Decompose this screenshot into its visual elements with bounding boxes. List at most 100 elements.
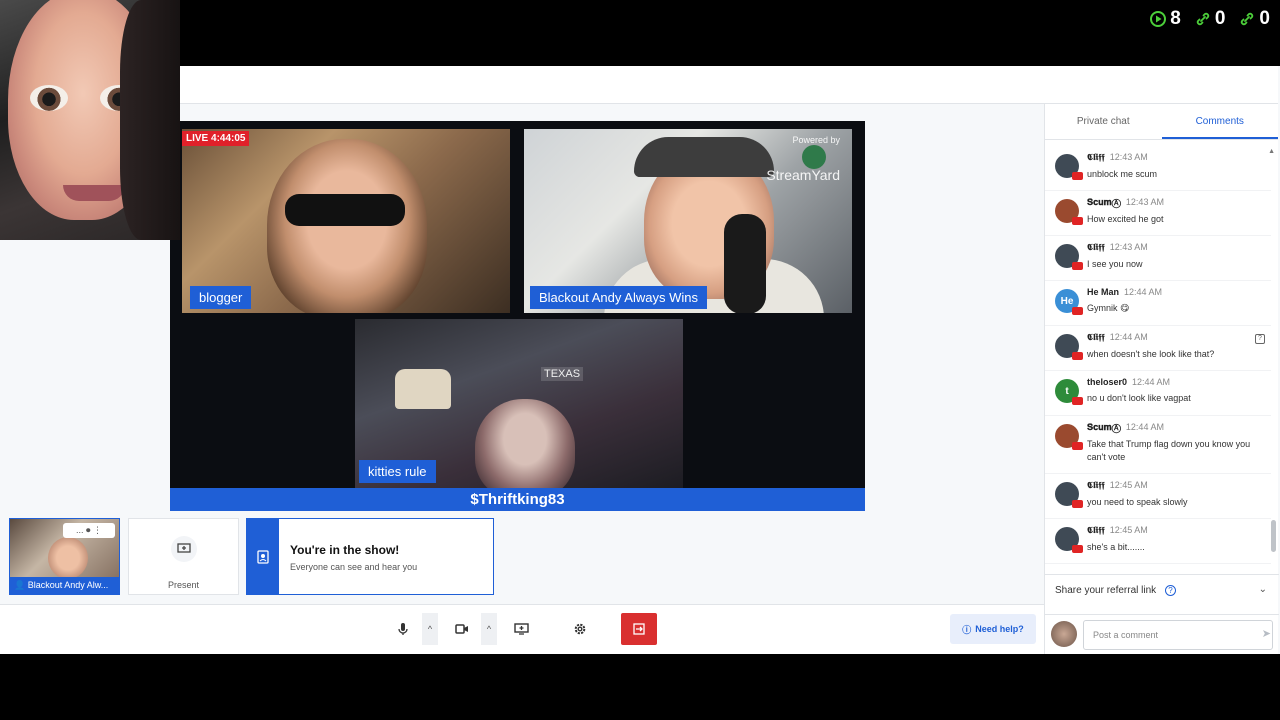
cap: [634, 137, 774, 177]
tab-comments[interactable]: Comments: [1161, 104, 1278, 139]
list-item: 𝕮𝖑𝖎𝖋𝖋 12:45 AM you need to speak slowly: [1045, 474, 1271, 519]
youtube-icon: [1072, 262, 1083, 270]
add-to-stream-icon[interactable]: ?: [1255, 334, 1265, 344]
youtube-icon: [1072, 500, 1083, 508]
youtube-icon: [1072, 217, 1083, 225]
studio-app: blogger LIVE 4:44:05 Powered by StreamYa…: [0, 66, 1280, 654]
comment-time: 12:44 AM: [1125, 422, 1164, 432]
sunglasses: [285, 194, 405, 226]
chat-panel: Private chat Comments 𝕮𝖑𝖎𝖋𝖋 12:43 AM unbl…: [1044, 104, 1279, 654]
comment-text: she's a bit.......: [1087, 542, 1145, 552]
avatar: [1055, 482, 1083, 508]
mouth: [63, 185, 125, 201]
avatar: He: [1055, 289, 1083, 315]
send-icon[interactable]: ➤: [1262, 627, 1271, 640]
comment-time: 12:43 AM: [1109, 242, 1148, 252]
youtube-icon: [1072, 307, 1083, 315]
list-item: 𝐒𝐜𝐮𝐦Ⓐ 12:44 AM Take that Trump flag down …: [1045, 416, 1271, 474]
comment-time: 12:44 AM: [1124, 287, 1163, 297]
comment-text: I see you now: [1087, 259, 1143, 269]
powered-by-watermark: Powered by StreamYard: [766, 135, 840, 183]
referral-label: Share your referral link: [1055, 585, 1157, 596]
mic-options-caret[interactable]: ^: [422, 613, 438, 645]
list-item: 𝕮𝖑𝖎𝖋𝖋 12:45 AM she's a bit.......: [1045, 519, 1271, 564]
comment-author: 𝐒𝐜𝐮𝐦Ⓐ: [1087, 197, 1121, 207]
comment-author: 𝕮𝖑𝖎𝖋𝖋: [1087, 152, 1105, 162]
microphone-prop: [724, 214, 766, 313]
camera-options-caret[interactable]: ^: [481, 613, 497, 645]
viewers-count: 8: [1170, 8, 1181, 29]
comment-time: 12:45 AM: [1109, 525, 1148, 535]
microphone-icon: [398, 623, 408, 635]
live-badge: LIVE 4:44:05: [182, 131, 250, 146]
list-item: 𝕮𝖑𝖎𝖋𝖋 12:43 AM I see you now: [1045, 236, 1271, 281]
chevron-down-icon[interactable]: ⌄: [1259, 584, 1267, 595]
youtube-icon: [1072, 442, 1083, 450]
comment-text: you need to speak slowly: [1087, 497, 1188, 507]
comments-list[interactable]: 𝕮𝖑𝖎𝖋𝖋 12:43 AM unblock me scum 𝐒𝐜𝐮𝐦Ⓐ 12:43…: [1045, 146, 1271, 566]
present-label: Present: [167, 580, 200, 590]
camera-button[interactable]: [445, 613, 479, 645]
lamp-prop: [395, 369, 451, 409]
avatar: [1055, 154, 1083, 180]
need-help-label: Need help?: [975, 624, 1024, 634]
share-screen-button[interactable]: [504, 613, 538, 645]
eye: [30, 85, 68, 111]
need-help-button[interactable]: ⓘ Need help?: [950, 614, 1036, 644]
youtube-icon: [1072, 545, 1083, 553]
leave-studio-button[interactable]: [621, 613, 657, 645]
participant-video: [475, 399, 575, 489]
link-icon: [1196, 12, 1210, 26]
self-preview-tile[interactable]: ... ⏺ ⋮ 👤 Blackout Andy Alw...: [9, 518, 120, 595]
comment-text: How excited he got: [1087, 214, 1164, 224]
scroll-thumb[interactable]: [1271, 520, 1276, 552]
self-video: [48, 537, 88, 579]
avatar-initials: He: [1060, 295, 1074, 307]
links-count-a: 0: [1214, 8, 1226, 29]
list-item: t theloser0 12:44 AM no u don't look like…: [1045, 371, 1271, 416]
referral-section[interactable]: Share your referral link ? ⌄: [1045, 574, 1279, 608]
participant-name: kitties rule: [359, 460, 436, 483]
mic-button[interactable]: [386, 613, 420, 645]
self-tile-controls[interactable]: ... ⏺ ⋮: [63, 523, 115, 538]
participant-tile-1[interactable]: blogger: [182, 129, 510, 313]
participant-video: [267, 139, 427, 313]
youtube-icon: [1072, 352, 1083, 360]
badge-icon: [247, 519, 279, 594]
avatar: [1055, 199, 1083, 225]
comments-scrollbar[interactable]: ▲: [1268, 148, 1276, 558]
comment-time: 12:43 AM: [1109, 152, 1148, 162]
stream-frame: 8 0 0 blogger LIVE 4:44:05 Powered by St…: [0, 0, 1280, 720]
comment-author: 𝕮𝖑𝖎𝖋𝖋: [1087, 525, 1105, 535]
post-comment-input[interactable]: Post a comment: [1083, 620, 1273, 650]
participant-tile-2[interactable]: Powered by StreamYard Blackout Andy Alwa…: [524, 129, 852, 313]
help-icon[interactable]: ?: [1164, 585, 1176, 596]
link-icon: [1241, 12, 1254, 26]
avatar: [1055, 527, 1083, 553]
links-stat-b: 0: [1239, 8, 1270, 30]
present-button[interactable]: Present: [128, 518, 239, 595]
in-show-title: You're in the show!: [290, 543, 400, 557]
list-item: 𝕮𝖑𝖎𝖋𝖋 12:44 AM when doesn't she look like…: [1045, 326, 1271, 371]
avatar: [1055, 244, 1083, 270]
comment-author: 𝕮𝖑𝖎𝖋𝖋: [1087, 480, 1105, 490]
participant-tile-3[interactable]: TEXAS kitties rule: [355, 319, 683, 489]
list-item: 𝕮𝖑𝖎𝖋𝖋 12:43 AM unblock me scum: [1045, 146, 1271, 191]
avatar: t: [1055, 379, 1083, 405]
avatar-initials: t: [1065, 385, 1069, 397]
settings-button[interactable]: [563, 613, 597, 645]
self-name: Blackout Andy Alw...: [27, 580, 109, 590]
scroll-up-icon[interactable]: ▲: [1268, 148, 1275, 155]
comment-author: He Man: [1087, 287, 1120, 297]
comment-time: 12:44 AM: [1109, 332, 1148, 342]
comment-author: theloser0: [1087, 377, 1128, 387]
comment-author: 𝐒𝐜𝐮𝐦Ⓐ: [1087, 422, 1121, 432]
tab-private-chat[interactable]: Private chat: [1045, 104, 1162, 139]
present-screen-icon: [171, 536, 197, 562]
in-show-subtitle: Everyone can see and hear you: [290, 562, 418, 572]
participant-name: blogger: [190, 286, 252, 309]
comment-author: 𝕮𝖑𝖎𝖋𝖋: [1087, 332, 1105, 342]
studio-header: [180, 66, 1278, 104]
stream-banner: $Thriftking83: [170, 488, 865, 511]
exit-icon: [633, 623, 645, 635]
